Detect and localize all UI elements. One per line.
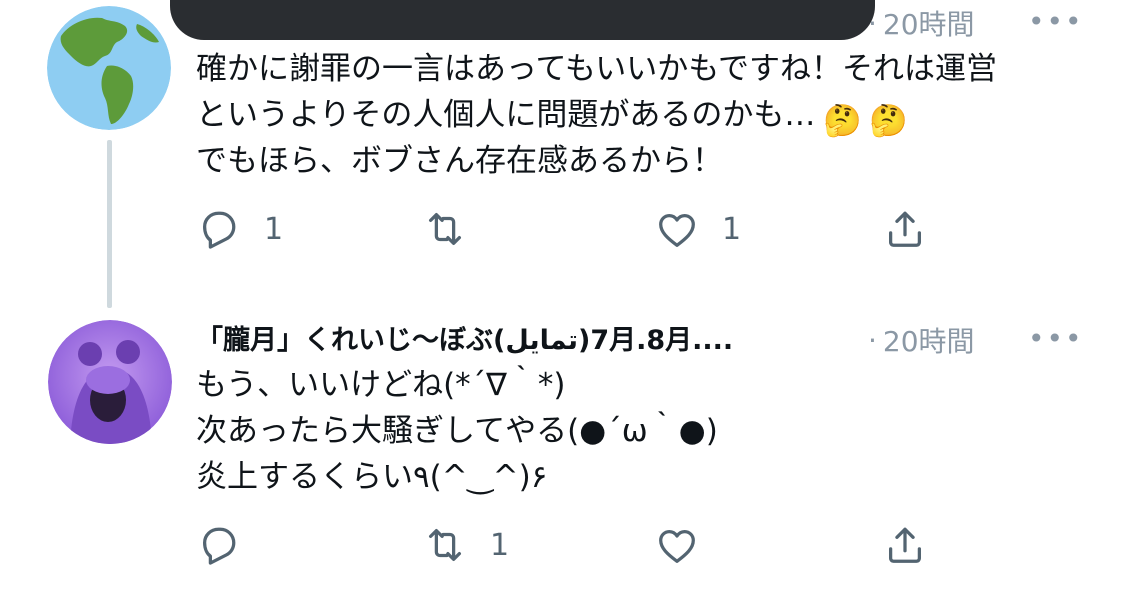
like-icon <box>659 213 695 247</box>
retweet-count: 1 <box>490 527 510 563</box>
author-name[interactable]: 「朧月」くれいじ〜ぼぶ(تمايل)7月.8月.... <box>196 318 846 357</box>
user-avatar-image <box>48 320 172 444</box>
tweet-meta: · 20時間 <box>868 3 975 43</box>
text-line: というよりその人個人に問題があるのかも… <box>196 97 816 133</box>
tweet-text: 確かに謝罪の一言はあってもいいかもですね！それは運営 というよりその人個人に問題… <box>196 46 997 184</box>
retweet-icon <box>428 528 462 562</box>
retweet-button[interactable]: 1 <box>422 522 509 568</box>
more-icon[interactable]: ••• <box>1028 8 1084 36</box>
more-icon[interactable]: ••• <box>1028 325 1084 353</box>
reply-count: 1 <box>264 211 284 247</box>
like-button[interactable]: 1 <box>654 206 741 252</box>
text-line: でもほら、ボブさん存在感あるから！ <box>196 143 723 179</box>
tweet-text: もう、いいけどね(*´∇｀*) 次あったら大騒ぎしてやる(●´ω｀●) 炎上する… <box>196 362 718 500</box>
reply-icon <box>202 211 236 249</box>
cropped-overlay <box>170 0 875 40</box>
tweet-thread: · 20時間 ••• 確かに謝罪の一言はあってもいいかもですね！それは運営 とい… <box>0 0 1123 593</box>
like-icon <box>659 529 695 563</box>
thinking-face-icon: 🤔 <box>823 103 862 139</box>
timestamp[interactable]: 20時間 <box>883 320 975 360</box>
retweet-icon <box>428 212 462 246</box>
share-icon <box>888 211 922 247</box>
separator: · <box>868 323 877 357</box>
text-line: 次あったら大騒ぎしてやる(●´ω｀●) <box>196 413 718 449</box>
reply-button[interactable]: 1 <box>196 206 283 252</box>
retweet-button[interactable] <box>422 206 468 252</box>
text-line: 炎上するくらい٩(^‿^)۶ <box>196 459 548 495</box>
avatar[interactable] <box>47 6 171 130</box>
like-count: 1 <box>722 211 742 247</box>
reply-icon <box>202 527 236 565</box>
share-button[interactable] <box>882 522 928 568</box>
thread-connector <box>107 140 112 308</box>
thinking-face-icon: 🤔 <box>869 103 908 139</box>
like-button[interactable] <box>654 522 700 568</box>
text-line: もう、いいけどね(*´∇｀*) <box>196 367 566 403</box>
timestamp[interactable]: 20時間 <box>883 3 975 43</box>
separator: · <box>868 6 877 40</box>
share-icon <box>888 527 922 563</box>
tweet-meta: · 20時間 <box>868 320 975 360</box>
text-line: 確かに謝罪の一言はあってもいいかもですね！それは運営 <box>196 51 998 87</box>
text-line-with-emoji: というよりその人個人に問題があるのかも… 🤔 🤔 <box>196 92 997 139</box>
globe-avatar-image <box>47 6 171 130</box>
reply-button[interactable] <box>196 522 242 568</box>
avatar[interactable] <box>48 320 172 444</box>
share-button[interactable] <box>882 206 928 252</box>
